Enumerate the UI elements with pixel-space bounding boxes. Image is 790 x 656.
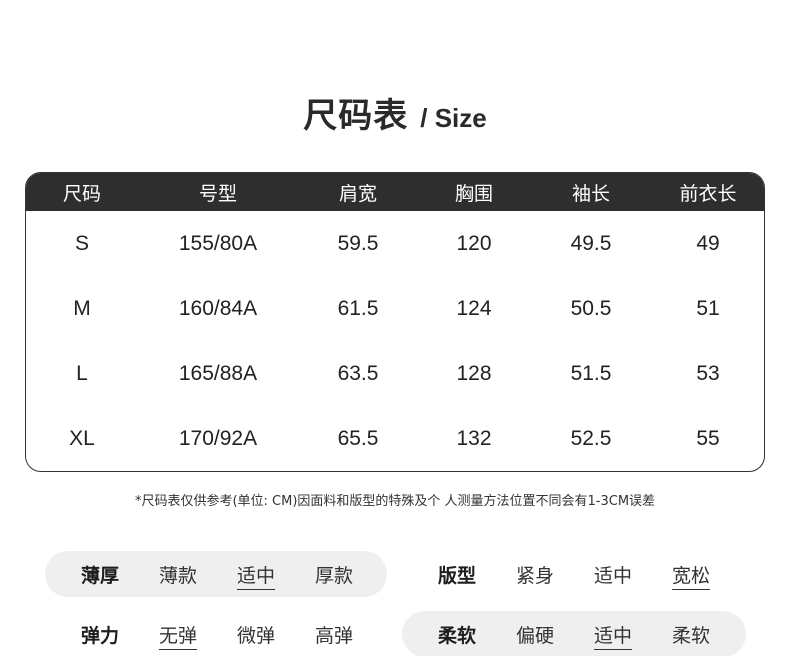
header-size: 尺码 — [62, 182, 101, 205]
cell-sleeve: 50.5 — [570, 296, 612, 320]
cell-shoulder: 59.5 — [337, 231, 379, 255]
cell-size: M — [73, 296, 91, 320]
attr-option-slim: 紧身 — [515, 564, 554, 587]
header-sleeve: 袖长 — [571, 182, 610, 205]
attr-group-elasticity: 弹力 无弹 微弹 高弹 — [61, 611, 391, 656]
attr-option-thick: 厚款 — [314, 564, 353, 587]
table-row: S 155/80A 59.5 120 49.5 49 — [26, 211, 764, 276]
cell-model: 160/84A — [178, 296, 258, 320]
cell-front-length: 53 — [696, 361, 720, 385]
size-disclaimer-note: *尺码表仅供参考(单位: CM)因面料和版型的特殊及个 人测量方法位置不同会有1… — [134, 494, 656, 509]
cell-sleeve: 51.5 — [570, 361, 612, 385]
header-chest: 胸围 — [454, 182, 493, 205]
attr-label-thickness: 薄厚 — [80, 564, 119, 587]
attr-label-elasticity: 弹力 — [80, 624, 119, 647]
attr-option-thin: 薄款 — [158, 564, 197, 587]
cell-front-length: 55 — [696, 426, 720, 450]
title-english: / Size — [420, 103, 487, 133]
attr-option-medium-selected: 适中 — [217, 561, 295, 590]
attr-option-stiff: 偏硬 — [515, 624, 554, 647]
attr-group-softness: 柔软 偏硬 适中 柔软 — [402, 611, 746, 656]
attr-option-slight-stretch: 微弹 — [236, 624, 275, 647]
attr-option-high-stretch: 高弹 — [314, 624, 353, 647]
cell-sleeve: 52.5 — [570, 426, 612, 450]
cell-chest: 128 — [456, 361, 492, 385]
cell-chest: 132 — [456, 426, 492, 450]
attr-group-fit: 版型 紧身 适中 宽松 — [418, 551, 748, 597]
attr-option-soft: 柔软 — [671, 624, 710, 647]
header-model: 号型 — [198, 182, 237, 205]
attr-group-thickness: 薄厚 薄款 适中 厚款 — [45, 551, 387, 597]
cell-chest: 120 — [456, 231, 492, 255]
attr-option-regular: 适中 — [593, 564, 632, 587]
cell-model: 155/80A — [178, 231, 258, 255]
cell-size: S — [74, 231, 89, 255]
cell-size: L — [76, 361, 88, 385]
cell-front-length: 49 — [696, 231, 720, 255]
attr-label-softness: 柔软 — [437, 624, 476, 647]
attr-option-loose-selected: 宽松 — [652, 561, 730, 590]
cell-front-length: 51 — [696, 296, 720, 320]
title-chinese: 尺码表 — [303, 96, 409, 136]
cell-size: XL — [69, 426, 95, 450]
page-title: 尺码表 / Size — [0, 88, 790, 137]
cell-model: 165/88A — [178, 361, 258, 385]
cell-chest: 124 — [456, 296, 492, 320]
attr-label-fit: 版型 — [437, 564, 476, 587]
cell-shoulder: 65.5 — [337, 426, 379, 450]
cell-shoulder: 61.5 — [337, 296, 379, 320]
attr-option-moderate-selected: 适中 — [574, 621, 652, 650]
header-shoulder: 肩宽 — [338, 182, 377, 205]
cell-shoulder: 63.5 — [337, 361, 379, 385]
table-row: L 165/88A 63.5 128 51.5 53 — [26, 341, 764, 406]
header-front-length: 前衣长 — [679, 182, 737, 205]
cell-model: 170/92A — [178, 426, 258, 450]
table-row: M 160/84A 61.5 124 50.5 51 — [26, 276, 764, 341]
cell-sleeve: 49.5 — [570, 231, 612, 255]
attr-option-no-stretch-selected: 无弹 — [139, 621, 217, 650]
size-chart-table: 尺码 号型 肩宽 胸围 袖长 前衣长 S 155/80A 59.5 120 49… — [25, 172, 765, 472]
table-row: XL 170/92A 65.5 132 52.5 55 — [26, 406, 764, 471]
table-header: 尺码 号型 肩宽 胸围 袖长 前衣长 — [26, 173, 764, 211]
